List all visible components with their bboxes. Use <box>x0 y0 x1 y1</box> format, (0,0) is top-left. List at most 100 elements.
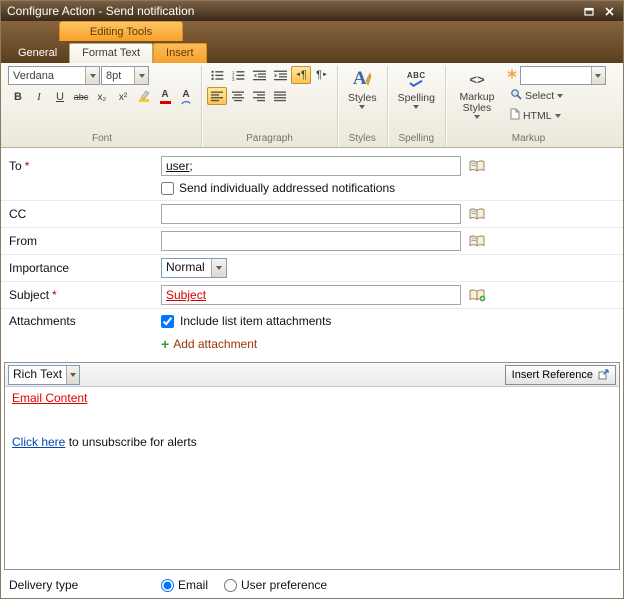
close-icon[interactable] <box>601 3 617 19</box>
add-attachment-link[interactable]: Add attachment <box>173 337 257 351</box>
individual-notifications-checkbox[interactable] <box>161 181 174 195</box>
insert-reference-book-button[interactable] <box>469 289 486 302</box>
strikethrough-button[interactable]: abc <box>71 88 91 106</box>
subscript-button[interactable]: x₂ <box>92 88 112 106</box>
align-left-icon <box>211 91 223 101</box>
insert-reference-button[interactable]: Insert Reference <box>504 364 616 385</box>
cc-input[interactable] <box>161 204 461 224</box>
align-left-button[interactable] <box>207 87 227 105</box>
address-book-button[interactable] <box>469 235 486 248</box>
align-center-button[interactable] <box>228 87 248 105</box>
ribbon: Verdana 8pt B I U abc x₂ x² A A Font 1 2… <box>1 63 623 148</box>
clear-format-button[interactable]: A <box>176 88 196 106</box>
editor-mode-value: Rich Text <box>13 366 63 381</box>
styles-button-label: Styles <box>348 92 377 104</box>
align-center-icon <box>232 91 244 101</box>
select-button[interactable]: Select <box>507 86 606 105</box>
titlebar: Configure Action - Send notification <box>1 1 623 21</box>
address-book-icon <box>469 208 485 219</box>
justify-button[interactable] <box>270 87 290 105</box>
bullet-list-button[interactable] <box>207 66 227 84</box>
markup-styles-button[interactable]: <> Markup Styles <box>451 66 503 125</box>
paragraph-group: 123 ◄¶ ¶► Paragraph <box>201 66 337 147</box>
decrease-indent-icon <box>252 70 266 80</box>
subject-input[interactable]: Subject <box>161 285 461 305</box>
highlight-color-button[interactable] <box>134 88 154 106</box>
underline-button[interactable]: U <box>50 88 70 106</box>
importance-row: Importance Normal <box>1 255 623 282</box>
font-group-label: Font <box>91 133 112 144</box>
numbered-list-button[interactable]: 123 <box>228 66 248 84</box>
address-book-button[interactable] <box>469 208 486 221</box>
delivery-option-email: Email <box>161 578 208 592</box>
from-input[interactable] <box>161 231 461 251</box>
maximize-icon[interactable] <box>581 3 597 19</box>
delivery-type-row: Delivery type Email User preference <box>1 570 623 596</box>
delivery-option-user-preference: User preference <box>224 578 327 592</box>
from-row: From <box>1 228 623 255</box>
spelling-group: ABC Spelling Spelling <box>386 66 445 147</box>
styles-button[interactable]: A Styles <box>343 66 382 110</box>
spelling-button-label: Spelling <box>397 92 435 104</box>
editing-tools-contextual-tab[interactable]: Editing Tools <box>59 21 183 41</box>
markup-styles-label: Markup Styles <box>459 91 495 114</box>
email-content-area[interactable]: Email Content Click here to unsubscribe … <box>5 387 619 569</box>
decrease-indent-button[interactable] <box>249 66 269 84</box>
increase-indent-button[interactable] <box>270 66 290 84</box>
markup-combo[interactable] <box>519 66 606 85</box>
html-label: HTML <box>522 109 552 122</box>
configure-action-dialog: Configure Action - Send notification Edi… <box>0 0 624 599</box>
unsubscribe-link[interactable]: Click here <box>12 435 65 449</box>
email-radio[interactable] <box>161 578 174 592</box>
tab-format-text[interactable]: Format Text <box>69 43 154 63</box>
clear-format-icon: A <box>181 89 191 105</box>
italic-button[interactable]: I <box>29 88 49 106</box>
include-attachments-checkbox[interactable] <box>161 314 174 328</box>
address-book-button[interactable] <box>469 160 486 173</box>
subject-value: Subject <box>166 288 207 302</box>
font-name-combo[interactable]: Verdana <box>8 66 100 85</box>
to-value-suffix: ; <box>189 159 193 173</box>
chevron-down-icon <box>554 113 561 118</box>
justify-icon <box>274 91 286 101</box>
tab-general[interactable]: General <box>6 44 69 63</box>
right-to-left-button[interactable]: ¶► <box>312 66 332 84</box>
editor-mode-select[interactable]: Rich Text <box>8 364 80 385</box>
superscript-button[interactable]: x² <box>113 88 133 106</box>
markup-styles-icon: <> <box>469 71 485 87</box>
from-label: From <box>9 234 37 248</box>
subject-label: Subject * <box>9 288 57 302</box>
paragraph-group-label: Paragraph <box>246 133 293 144</box>
notification-form: To * user ; Send individually addressed n… <box>1 148 623 598</box>
unsubscribe-text: to unsubscribe for alerts <box>65 435 197 449</box>
insert-reference-icon <box>598 369 609 380</box>
spelling-button[interactable]: ABC Spelling <box>393 66 440 110</box>
bold-button[interactable]: B <box>8 88 28 106</box>
increase-indent-icon <box>273 70 287 80</box>
svg-text:3: 3 <box>232 77 235 81</box>
importance-select[interactable]: Normal <box>161 258 227 278</box>
font-color-button[interactable]: A <box>155 88 175 106</box>
rtl-paragraph-icon: ¶► <box>316 69 328 81</box>
highlighter-icon <box>138 90 150 105</box>
chevron-down-icon[interactable] <box>66 365 79 384</box>
left-to-right-button[interactable]: ◄¶ <box>291 66 311 84</box>
user-preference-radio[interactable] <box>224 578 238 592</box>
attachments-block: Attachments Include list item attachment… <box>1 309 623 356</box>
chevron-down-icon <box>359 105 366 109</box>
font-size-value: 8pt <box>106 69 122 82</box>
font-size-combo[interactable]: 8pt <box>101 66 149 85</box>
align-right-button[interactable] <box>249 87 269 105</box>
cc-row: CC <box>1 201 623 228</box>
chevron-down-icon[interactable] <box>590 67 605 84</box>
tab-insert[interactable]: Insert <box>153 43 207 63</box>
markup-group: <> Markup Styles Select HTML Markup <box>444 66 611 147</box>
chevron-down-icon[interactable] <box>211 259 226 277</box>
chevron-down-icon[interactable] <box>134 67 148 84</box>
font-color-icon: A <box>159 90 171 104</box>
to-input[interactable]: user ; <box>161 156 461 176</box>
attachments-label: Attachments <box>9 314 76 328</box>
include-attachments-label: Include list item attachments <box>180 314 332 328</box>
chevron-down-icon[interactable] <box>85 67 99 84</box>
html-button[interactable]: HTML <box>507 106 606 125</box>
